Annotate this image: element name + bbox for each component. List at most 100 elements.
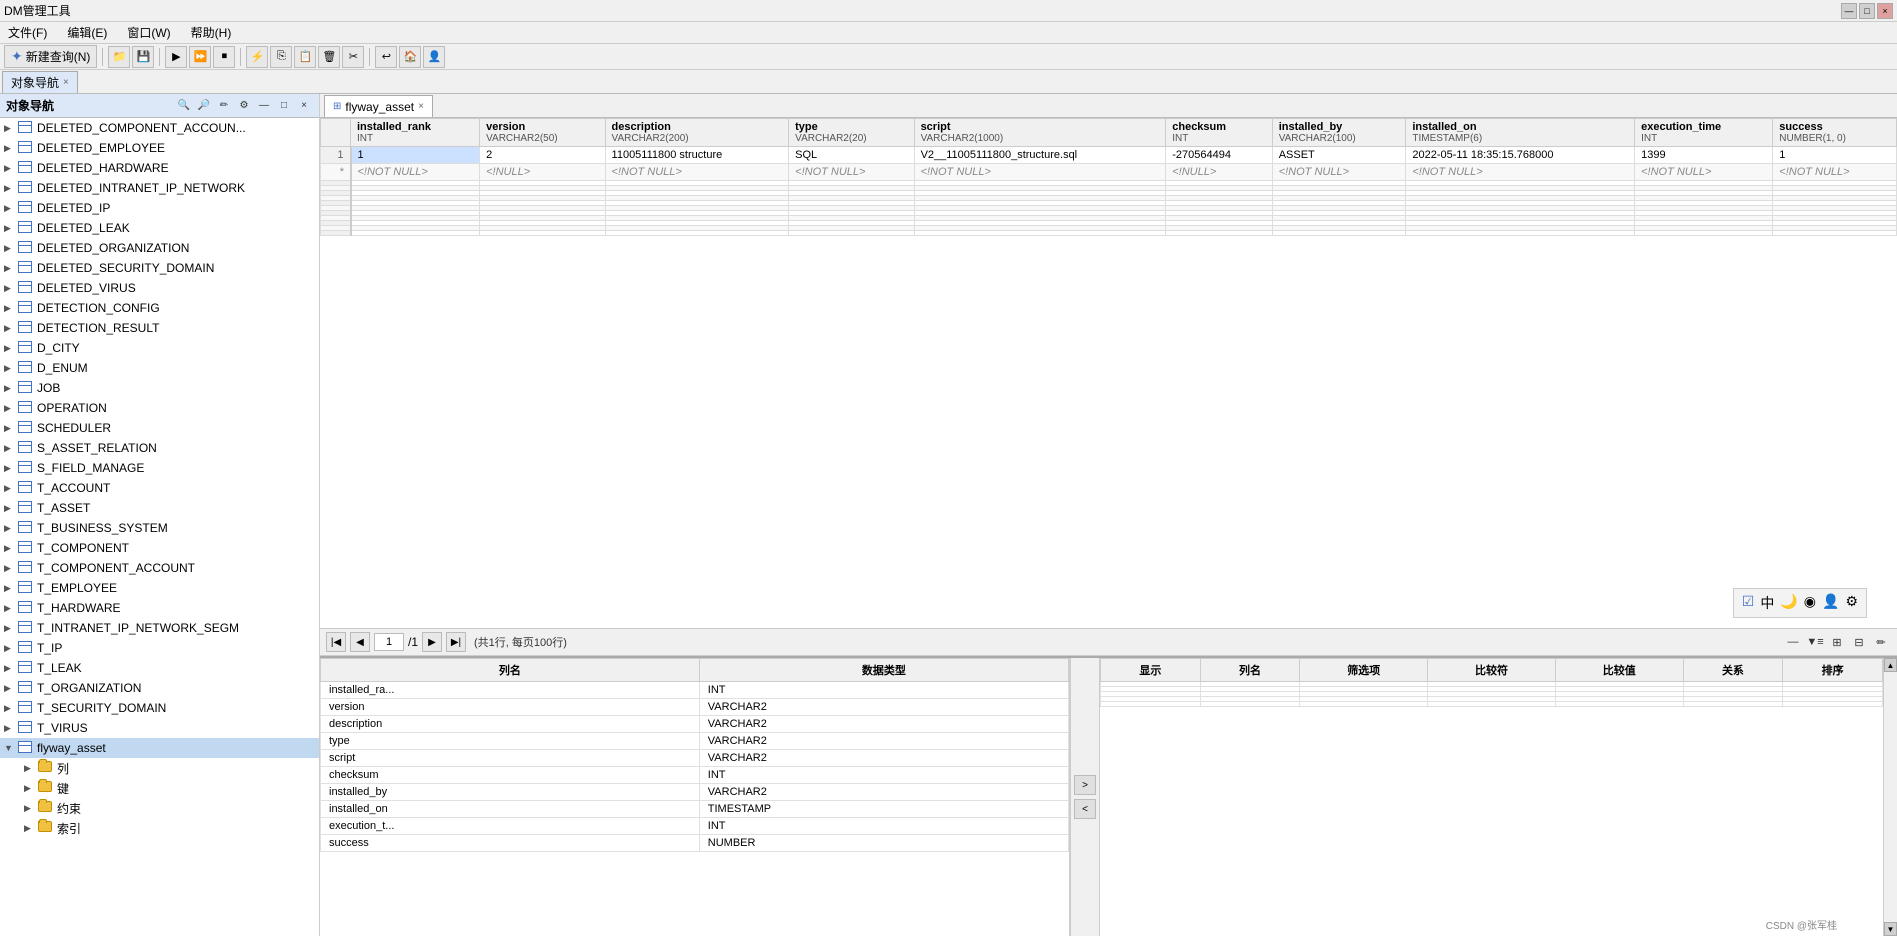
undo-button[interactable]: ↩	[375, 46, 397, 68]
page-prev-button[interactable]: ◀	[350, 632, 370, 652]
cell-script[interactable]: V2__11005111800_structure.sql	[914, 147, 1166, 164]
cell-success[interactable]: 1	[1773, 147, 1897, 164]
tree-item-t-component-account[interactable]: ▶ T_COMPONENT_ACCOUNT	[0, 558, 319, 578]
tree-item-deleted-leak[interactable]: ▶ DELETED_LEAK	[0, 218, 319, 238]
col-row[interactable]: execution_t...INT	[321, 818, 1069, 835]
tree-item-deleted-org[interactable]: ▶ DELETED_ORGANIZATION	[0, 238, 319, 258]
object-navigator-tab-close[interactable]: ×	[63, 77, 69, 88]
cut-button[interactable]: ✂	[342, 46, 364, 68]
sidebar-square-btn[interactable]: □	[275, 97, 293, 115]
col-header-checksum[interactable]: checksum INT	[1166, 119, 1272, 147]
col-row[interactable]: checksumINT	[321, 767, 1069, 784]
tree-item-detection-result[interactable]: ▶ DETECTION_RESULT	[0, 318, 319, 338]
tree-item-t-asset[interactable]: ▶ T_ASSET	[0, 498, 319, 518]
tree-item-scheduler[interactable]: ▶ SCHEDULER	[0, 418, 319, 438]
page-last-button[interactable]: ▶|	[446, 632, 466, 652]
debug-button[interactable]: ⏩	[189, 46, 211, 68]
pag-icon-2[interactable]: ⊞	[1827, 632, 1847, 652]
tree-item-t-security[interactable]: ▶ T_SECURITY_DOMAIN	[0, 698, 319, 718]
pag-icon-1[interactable]: —	[1783, 632, 1803, 652]
tree-item-s-field-manage[interactable]: ▶ S_FIELD_MANAGE	[0, 458, 319, 478]
delete-button[interactable]: 🗑	[318, 46, 340, 68]
col-header-installed-on[interactable]: installed_on TIMESTAMP(6)	[1406, 119, 1635, 147]
arrow-left-button[interactable]: <	[1074, 799, 1096, 819]
overlay-icon-gear[interactable]: ⚙	[1845, 593, 1858, 613]
col-header-installed-rank[interactable]: installed_rank INT	[351, 119, 480, 147]
arrow-right-button[interactable]: >	[1074, 775, 1096, 795]
tree-item-deleted-intranet[interactable]: ▶ DELETED_INTRANET_IP_NETWORK	[0, 178, 319, 198]
cell-new-script[interactable]: <!NOT NULL>	[914, 164, 1166, 181]
cell-checksum[interactable]: -270564494	[1166, 147, 1272, 164]
minimize-button[interactable]: —	[1841, 3, 1857, 19]
col-row[interactable]: installed_byVARCHAR2	[321, 784, 1069, 801]
run-button[interactable]: ▶	[165, 46, 187, 68]
tree-item-t-account[interactable]: ▶ T_ACCOUNT	[0, 478, 319, 498]
cell-new-installed-rank[interactable]: <!NOT NULL>	[351, 164, 480, 181]
overlay-icon-check[interactable]: ☑	[1742, 593, 1755, 613]
col-header-description[interactable]: description VARCHAR2(200)	[605, 119, 789, 147]
menu-file[interactable]: 文件(F)	[4, 22, 51, 43]
data-table-area[interactable]: installed_rank INT version VARCHAR2(50) …	[320, 118, 1897, 628]
tree-item-d-city[interactable]: ▶ D_CITY	[0, 338, 319, 358]
page-number-input[interactable]	[374, 633, 404, 651]
cell-installed-rank[interactable]: 1	[351, 147, 480, 164]
copy-button[interactable]: ⎘	[270, 46, 292, 68]
col-row[interactable]: typeVARCHAR2	[321, 733, 1069, 750]
menu-window[interactable]: 窗口(W)	[123, 22, 174, 43]
stop-button[interactable]: ⏹	[213, 46, 235, 68]
tree-item-keys-folder[interactable]: ▶ 键	[0, 778, 319, 798]
cell-version[interactable]: 2	[480, 147, 605, 164]
col-row[interactable]: descriptionVARCHAR2	[321, 716, 1069, 733]
cell-execution-time[interactable]: 1399	[1635, 147, 1773, 164]
col-row[interactable]: successNUMBER	[321, 835, 1069, 852]
tree-item-deleted-employee[interactable]: ▶ DELETED_EMPLOYEE	[0, 138, 319, 158]
tree-item-flyway-asset[interactable]: ▼ flyway_asset	[0, 738, 319, 758]
col-header-installed-by[interactable]: installed_by VARCHAR2(100)	[1272, 119, 1406, 147]
col-row[interactable]: installed_onTIMESTAMP	[321, 801, 1069, 818]
tree-item-deleted-virus[interactable]: ▶ DELETED_VIRUS	[0, 278, 319, 298]
sidebar-settings-btn[interactable]: ⚙	[235, 97, 253, 115]
cell-new-success[interactable]: <!NOT NULL>	[1773, 164, 1897, 181]
tree-item-t-component[interactable]: ▶ T_COMPONENT	[0, 538, 319, 558]
cell-description[interactable]: 11005111800 structure	[605, 147, 789, 164]
col-header-type[interactable]: type VARCHAR2(20)	[789, 119, 914, 147]
cell-installed-by[interactable]: ASSET	[1272, 147, 1406, 164]
page-next-button[interactable]: ▶	[422, 632, 442, 652]
cell-type[interactable]: SQL	[789, 147, 914, 164]
col-header-success[interactable]: success NUMBER(1, 0)	[1773, 119, 1897, 147]
overlay-icon-dot[interactable]: ◉	[1804, 593, 1816, 613]
new-query-button[interactable]: ✦ 新建查询(N)	[4, 45, 97, 68]
tree-item-job[interactable]: ▶ JOB	[0, 378, 319, 398]
tree-item-t-business[interactable]: ▶ T_BUSINESS_SYSTEM	[0, 518, 319, 538]
sidebar-search-btn-1[interactable]: 🔍	[175, 97, 193, 115]
col-header-execution-time[interactable]: execution_time INT	[1635, 119, 1773, 147]
tree-item-t-ip[interactable]: ▶ T_IP	[0, 638, 319, 658]
flyway-asset-tab-close[interactable]: ×	[418, 101, 424, 112]
close-button[interactable]: ×	[1877, 3, 1893, 19]
tree-item-t-hardware[interactable]: ▶ T_HARDWARE	[0, 598, 319, 618]
col-row[interactable]: installed_ra...INT	[321, 682, 1069, 699]
cell-new-description[interactable]: <!NOT NULL>	[605, 164, 789, 181]
tree-item-t-intranet[interactable]: ▶ T_INTRANET_IP_NETWORK_SEGM	[0, 618, 319, 638]
tree-item-s-asset-relation[interactable]: ▶ S_ASSET_RELATION	[0, 438, 319, 458]
tree-item-deleted-hardware[interactable]: ▶ DELETED_HARDWARE	[0, 158, 319, 178]
page-first-button[interactable]: |◀	[326, 632, 346, 652]
overlay-icon-zh[interactable]: 中	[1760, 593, 1774, 613]
sidebar-close-btn[interactable]: ×	[295, 97, 313, 115]
cell-new-checksum[interactable]: <!NULL>	[1166, 164, 1272, 181]
tree-item-t-org[interactable]: ▶ T_ORGANIZATION	[0, 678, 319, 698]
format-button[interactable]: ⚡	[246, 46, 268, 68]
tree-item-deleted-security[interactable]: ▶ DELETED_SECURITY_DOMAIN	[0, 258, 319, 278]
tree-item-indexes-folder[interactable]: ▶ 索引	[0, 818, 319, 838]
overlay-icon-moon[interactable]: 🌙	[1780, 593, 1797, 613]
right-scrollbar[interactable]: ▲ ▼	[1883, 658, 1897, 936]
tree-item-deleted-component[interactable]: ▶ DELETED_COMPONENT_ACCOUN...	[0, 118, 319, 138]
col-header-version[interactable]: version VARCHAR2(50)	[480, 119, 605, 147]
tree-item-constraints-folder[interactable]: ▶ 约束	[0, 798, 319, 818]
col-header-script[interactable]: script VARCHAR2(1000)	[914, 119, 1166, 147]
tree-item-detection-config[interactable]: ▶ DETECTION_CONFIG	[0, 298, 319, 318]
paste-button[interactable]: 📋	[294, 46, 316, 68]
pag-icon-4[interactable]: ✏	[1871, 632, 1891, 652]
data-row-new[interactable]: * <!NOT NULL> <!NULL> <!NOT NULL> <!NOT …	[321, 164, 1897, 181]
scroll-up-button[interactable]: ▲	[1884, 658, 1897, 672]
